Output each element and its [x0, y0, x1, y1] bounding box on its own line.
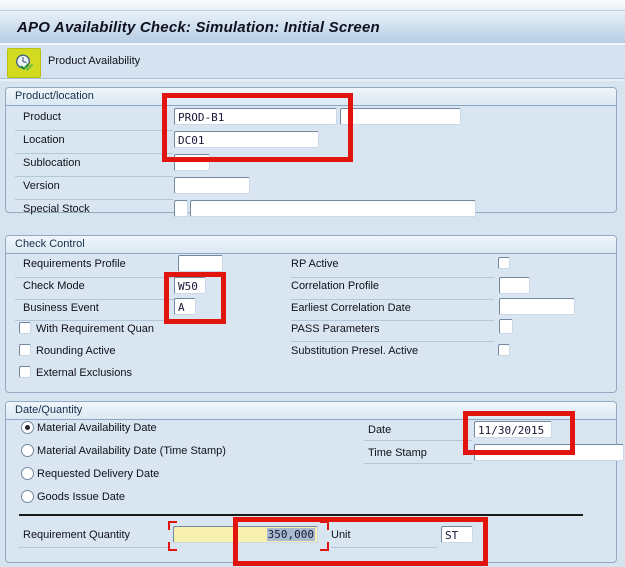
- location-label: Location: [23, 134, 65, 146]
- special-stock-label: Special Stock: [23, 203, 90, 215]
- pass-parameters-input[interactable]: [499, 319, 513, 334]
- group-check-control-title: Check Control: [15, 238, 85, 250]
- rounding-active-label: Rounding Active: [36, 345, 116, 357]
- screen-titlebar: APO Availability Check: Simulation: Init…: [0, 11, 625, 45]
- goods-issue-date-label: Goods Issue Date: [37, 491, 125, 503]
- business-event-label: Business Event: [23, 302, 99, 314]
- time-stamp-label: Time Stamp: [368, 447, 427, 459]
- requirements-profile-label: Requirements Profile: [23, 258, 126, 270]
- page-title: APO Availability Check: Simulation: Init…: [17, 19, 380, 36]
- with-requirement-quan-label: With Requirement Quan: [36, 323, 154, 335]
- row-divider: [364, 463, 472, 464]
- sublocation-label: Sublocation: [23, 157, 81, 169]
- location-input[interactable]: [174, 131, 319, 148]
- row-divider: [291, 341, 494, 342]
- row-divider: [15, 153, 173, 154]
- window-top-strip: [0, 0, 625, 11]
- rp-active-label: RP Active: [291, 258, 339, 270]
- external-exclusions-checkbox[interactable]: [19, 366, 31, 378]
- application-toolbar: Product Availability: [0, 45, 625, 79]
- material-availability-date-timestamp-radio[interactable]: [21, 444, 34, 457]
- row-divider: [291, 277, 494, 278]
- external-exclusions-label: External Exclusions: [36, 367, 132, 379]
- date-label: Date: [368, 424, 391, 436]
- execute-button[interactable]: [7, 48, 41, 78]
- row-divider: [364, 440, 472, 441]
- group-date-quantity-title: Date/Quantity: [15, 404, 82, 416]
- substitution-presel-active-label: Substitution Presel. Active: [291, 345, 418, 357]
- rounding-active-checkbox[interactable]: [19, 344, 31, 356]
- product-label: Product: [23, 111, 61, 123]
- requested-delivery-date-radio[interactable]: [21, 467, 34, 480]
- requested-delivery-date-label: Requested Delivery Date: [37, 468, 159, 480]
- sublocation-input[interactable]: [174, 154, 210, 171]
- row-divider: [15, 277, 175, 278]
- row-divider: [15, 299, 175, 300]
- cursor-corner-marker: [320, 542, 329, 551]
- material-availability-date-label: Material Availability Date: [37, 422, 157, 434]
- substitution-presel-active-checkbox[interactable]: [498, 344, 510, 356]
- version-label: Version: [23, 180, 60, 192]
- requirement-quantity-input[interactable]: 350,000: [173, 526, 318, 543]
- row-divider: [291, 320, 494, 321]
- row-divider: [15, 320, 175, 321]
- special-stock-indicator-input[interactable]: [174, 200, 188, 217]
- toolbar-divider: [0, 79, 625, 81]
- material-availability-date-timestamp-label: Material Availability Date (Time Stamp): [37, 445, 226, 457]
- product-description-input[interactable]: [340, 108, 461, 125]
- row-divider: [331, 547, 437, 548]
- group-product-location-title: Product/location: [15, 90, 94, 102]
- sap-window: APO Availability Check: Simulation: Init…: [0, 0, 625, 567]
- material-availability-date-radio[interactable]: [21, 421, 34, 434]
- row-divider: [15, 130, 173, 131]
- cursor-corner-marker: [320, 521, 329, 530]
- group-date-quantity-header: [6, 402, 616, 420]
- with-requirement-quan-checkbox[interactable]: [19, 322, 31, 334]
- row-divider: [15, 199, 173, 200]
- group-check-control-header: [6, 236, 616, 254]
- special-stock-description-input[interactable]: [190, 200, 476, 217]
- quantity-separator-line: [19, 514, 583, 516]
- unit-label: Unit: [331, 529, 351, 541]
- date-input[interactable]: [474, 421, 552, 438]
- row-divider: [15, 176, 173, 177]
- group-product-location-header: [6, 88, 616, 106]
- row-divider: [18, 547, 170, 548]
- product-availability-button[interactable]: Product Availability: [48, 55, 140, 67]
- group-check-control: Check Control Requirements Profile Check…: [5, 235, 617, 393]
- check-mode-input[interactable]: [174, 277, 206, 294]
- earliest-correlation-date-label: Earliest Correlation Date: [291, 302, 411, 314]
- pass-parameters-label: PASS Parameters: [291, 323, 379, 335]
- rp-active-checkbox[interactable]: [498, 257, 510, 269]
- requirements-profile-input[interactable]: [178, 255, 223, 272]
- product-input[interactable]: [174, 108, 337, 125]
- correlation-profile-input[interactable]: [499, 277, 530, 294]
- requirement-quantity-value: 350,000: [267, 528, 315, 541]
- group-product-location: Product/location Product Location Subloc…: [5, 87, 617, 213]
- execute-clock-check-icon: [14, 53, 35, 74]
- goods-issue-date-radio[interactable]: [21, 490, 34, 503]
- requirement-quantity-label: Requirement Quantity: [23, 529, 130, 541]
- unit-input[interactable]: [441, 526, 473, 543]
- time-stamp-input[interactable]: [474, 444, 624, 461]
- check-mode-label: Check Mode: [23, 280, 85, 292]
- correlation-profile-label: Correlation Profile: [291, 280, 379, 292]
- group-date-quantity: Date/Quantity Material Availability Date…: [5, 401, 617, 563]
- earliest-correlation-date-input[interactable]: [499, 298, 575, 315]
- business-event-input[interactable]: [174, 298, 196, 315]
- row-divider: [291, 299, 494, 300]
- version-input[interactable]: [174, 177, 250, 194]
